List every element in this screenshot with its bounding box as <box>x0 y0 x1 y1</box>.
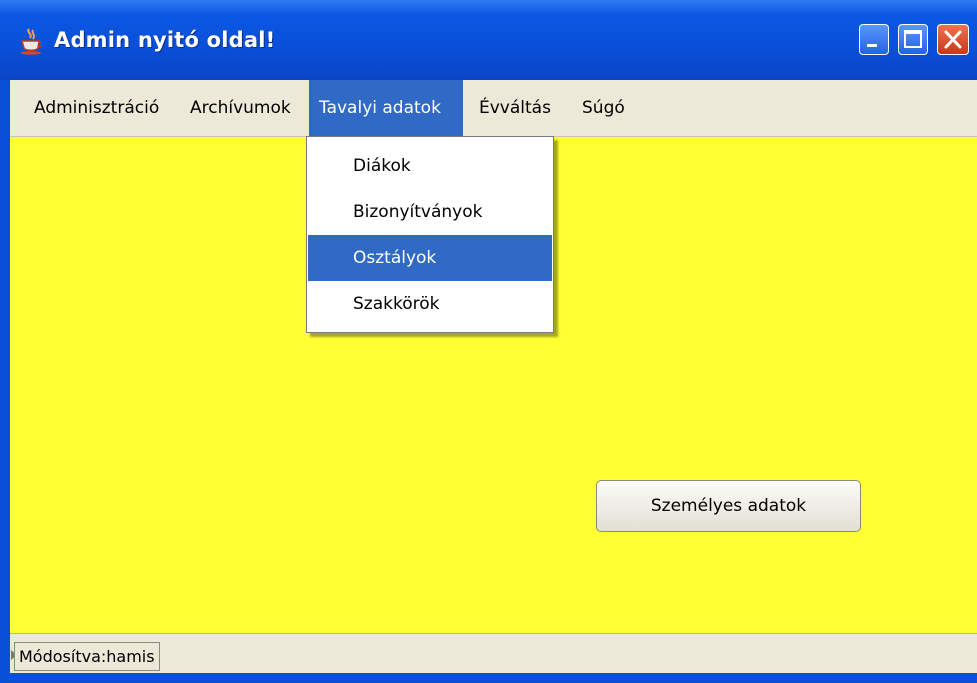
menu-item-osztalyok[interactable]: Osztályok <box>308 235 552 281</box>
szemelyes-adatok-button[interactable]: Személyes adatok <box>596 480 861 532</box>
status-bar: Módosítva:hamis <box>10 633 977 673</box>
status-text: Módosítva:hamis <box>14 642 160 671</box>
window-bottom-border <box>0 673 977 683</box>
menu-bar: Adminisztráció Archívumok Tavalyi adatok… <box>10 80 977 137</box>
menu-evvaltas[interactable]: Évváltás <box>469 80 561 136</box>
menu-item-szakkorok[interactable]: Szakkörök <box>308 281 552 327</box>
java-cup-icon <box>21 28 42 55</box>
menu-sugo[interactable]: Súgó <box>572 80 635 136</box>
menu-item-diakok[interactable]: Diákok <box>308 143 552 189</box>
maximize-icon <box>904 30 922 48</box>
app-window: Admin nyitó oldal! Adminisztráció Archív… <box>0 0 977 683</box>
menu-archivumok[interactable]: Archívumok <box>180 80 301 136</box>
title-bar[interactable]: Admin nyitó oldal! <box>0 0 977 80</box>
menu-item-bizonyitvanyok[interactable]: Bizonyítványok <box>308 189 552 235</box>
close-button[interactable] <box>937 24 969 55</box>
menu-tavalyi-adatok[interactable]: Tavalyi adatok <box>309 80 463 136</box>
tavalyi-adatok-dropdown: Diákok Bizonyítványok Osztályok Szakkörö… <box>306 136 554 333</box>
maximize-button[interactable] <box>898 24 928 55</box>
close-icon <box>944 30 962 49</box>
minimize-icon <box>867 44 877 47</box>
menu-adminisztracio[interactable]: Adminisztráció <box>24 80 169 136</box>
window-title: Admin nyitó oldal! <box>54 28 276 52</box>
minimize-button[interactable] <box>859 24 889 55</box>
